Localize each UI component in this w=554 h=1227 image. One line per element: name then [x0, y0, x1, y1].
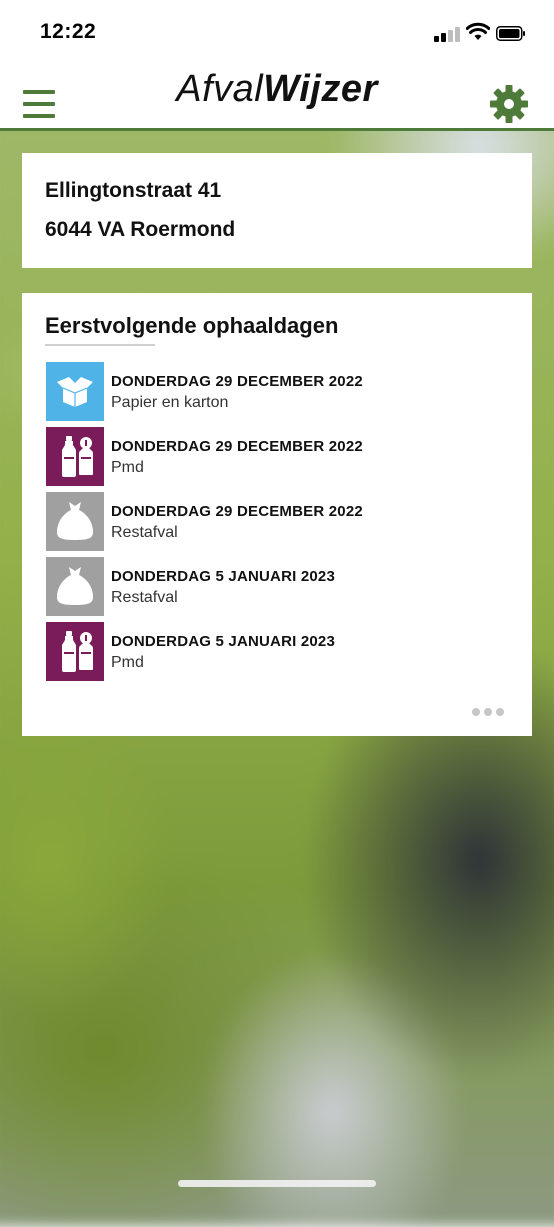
pickup-date: DONDERDAG 5 JANUARI 2023 — [111, 633, 336, 650]
logo-part1: Afval — [176, 68, 264, 110]
address-city: 6044 VA Roermond — [45, 218, 236, 241]
title-divider — [45, 344, 155, 346]
pickup-row[interactable]: DONDERDAG 29 DECEMBER 2022 Pmd — [46, 427, 516, 486]
paper-box-icon — [46, 362, 104, 421]
pickup-type: Pmd — [111, 459, 144, 476]
trash-bag-icon — [46, 557, 104, 616]
pickup-date: DONDERDAG 29 DECEMBER 2022 — [111, 373, 363, 390]
pmd-bottle-icon — [46, 427, 104, 486]
status-time: 12:22 — [40, 20, 97, 43]
home-indicator[interactable] — [178, 1180, 376, 1187]
pmd-bottle-icon — [46, 622, 104, 681]
pickup-row[interactable]: DONDERDAG 5 JANUARI 2023 Pmd — [46, 622, 516, 681]
pickup-row[interactable]: DONDERDAG 5 JANUARI 2023 Restafval — [46, 557, 516, 616]
pickup-row[interactable]: DONDERDAG 29 DECEMBER 2022 Papier en kar… — [46, 362, 516, 421]
pickup-date: DONDERDAG 29 DECEMBER 2022 — [111, 503, 363, 520]
pickup-days-card: Eerstvolgende ophaaldagen DONDERDAG 29 D… — [22, 293, 532, 736]
pickup-row[interactable]: DONDERDAG 29 DECEMBER 2022 Restafval — [46, 492, 516, 551]
pickup-type: Restafval — [111, 524, 178, 541]
wifi-icon — [466, 22, 490, 40]
logo-part2: Wijzer — [263, 68, 378, 110]
app-header: AfvalWijzer — [0, 64, 554, 131]
more-dots-icon[interactable] — [472, 706, 504, 718]
pickup-date: DONDERDAG 5 JANUARI 2023 — [111, 568, 336, 585]
gear-icon[interactable] — [489, 84, 529, 124]
trash-bag-icon — [46, 492, 104, 551]
pickup-type: Pmd — [111, 654, 144, 671]
battery-icon — [496, 26, 525, 41]
pickup-date: DONDERDAG 29 DECEMBER 2022 — [111, 438, 363, 455]
app-logo: AfvalWijzer — [0, 68, 554, 111]
pickup-days-title: Eerstvolgende ophaaldagen — [45, 313, 339, 338]
address-card: Ellingtonstraat 41 6044 VA Roermond — [22, 153, 532, 268]
status-bar: 12:22 — [0, 0, 554, 64]
pickup-type: Restafval — [111, 589, 178, 606]
address-street: Ellingtonstraat 41 — [45, 179, 222, 202]
pickup-type: Papier en karton — [111, 394, 229, 411]
cellular-signal-icon — [434, 26, 460, 42]
